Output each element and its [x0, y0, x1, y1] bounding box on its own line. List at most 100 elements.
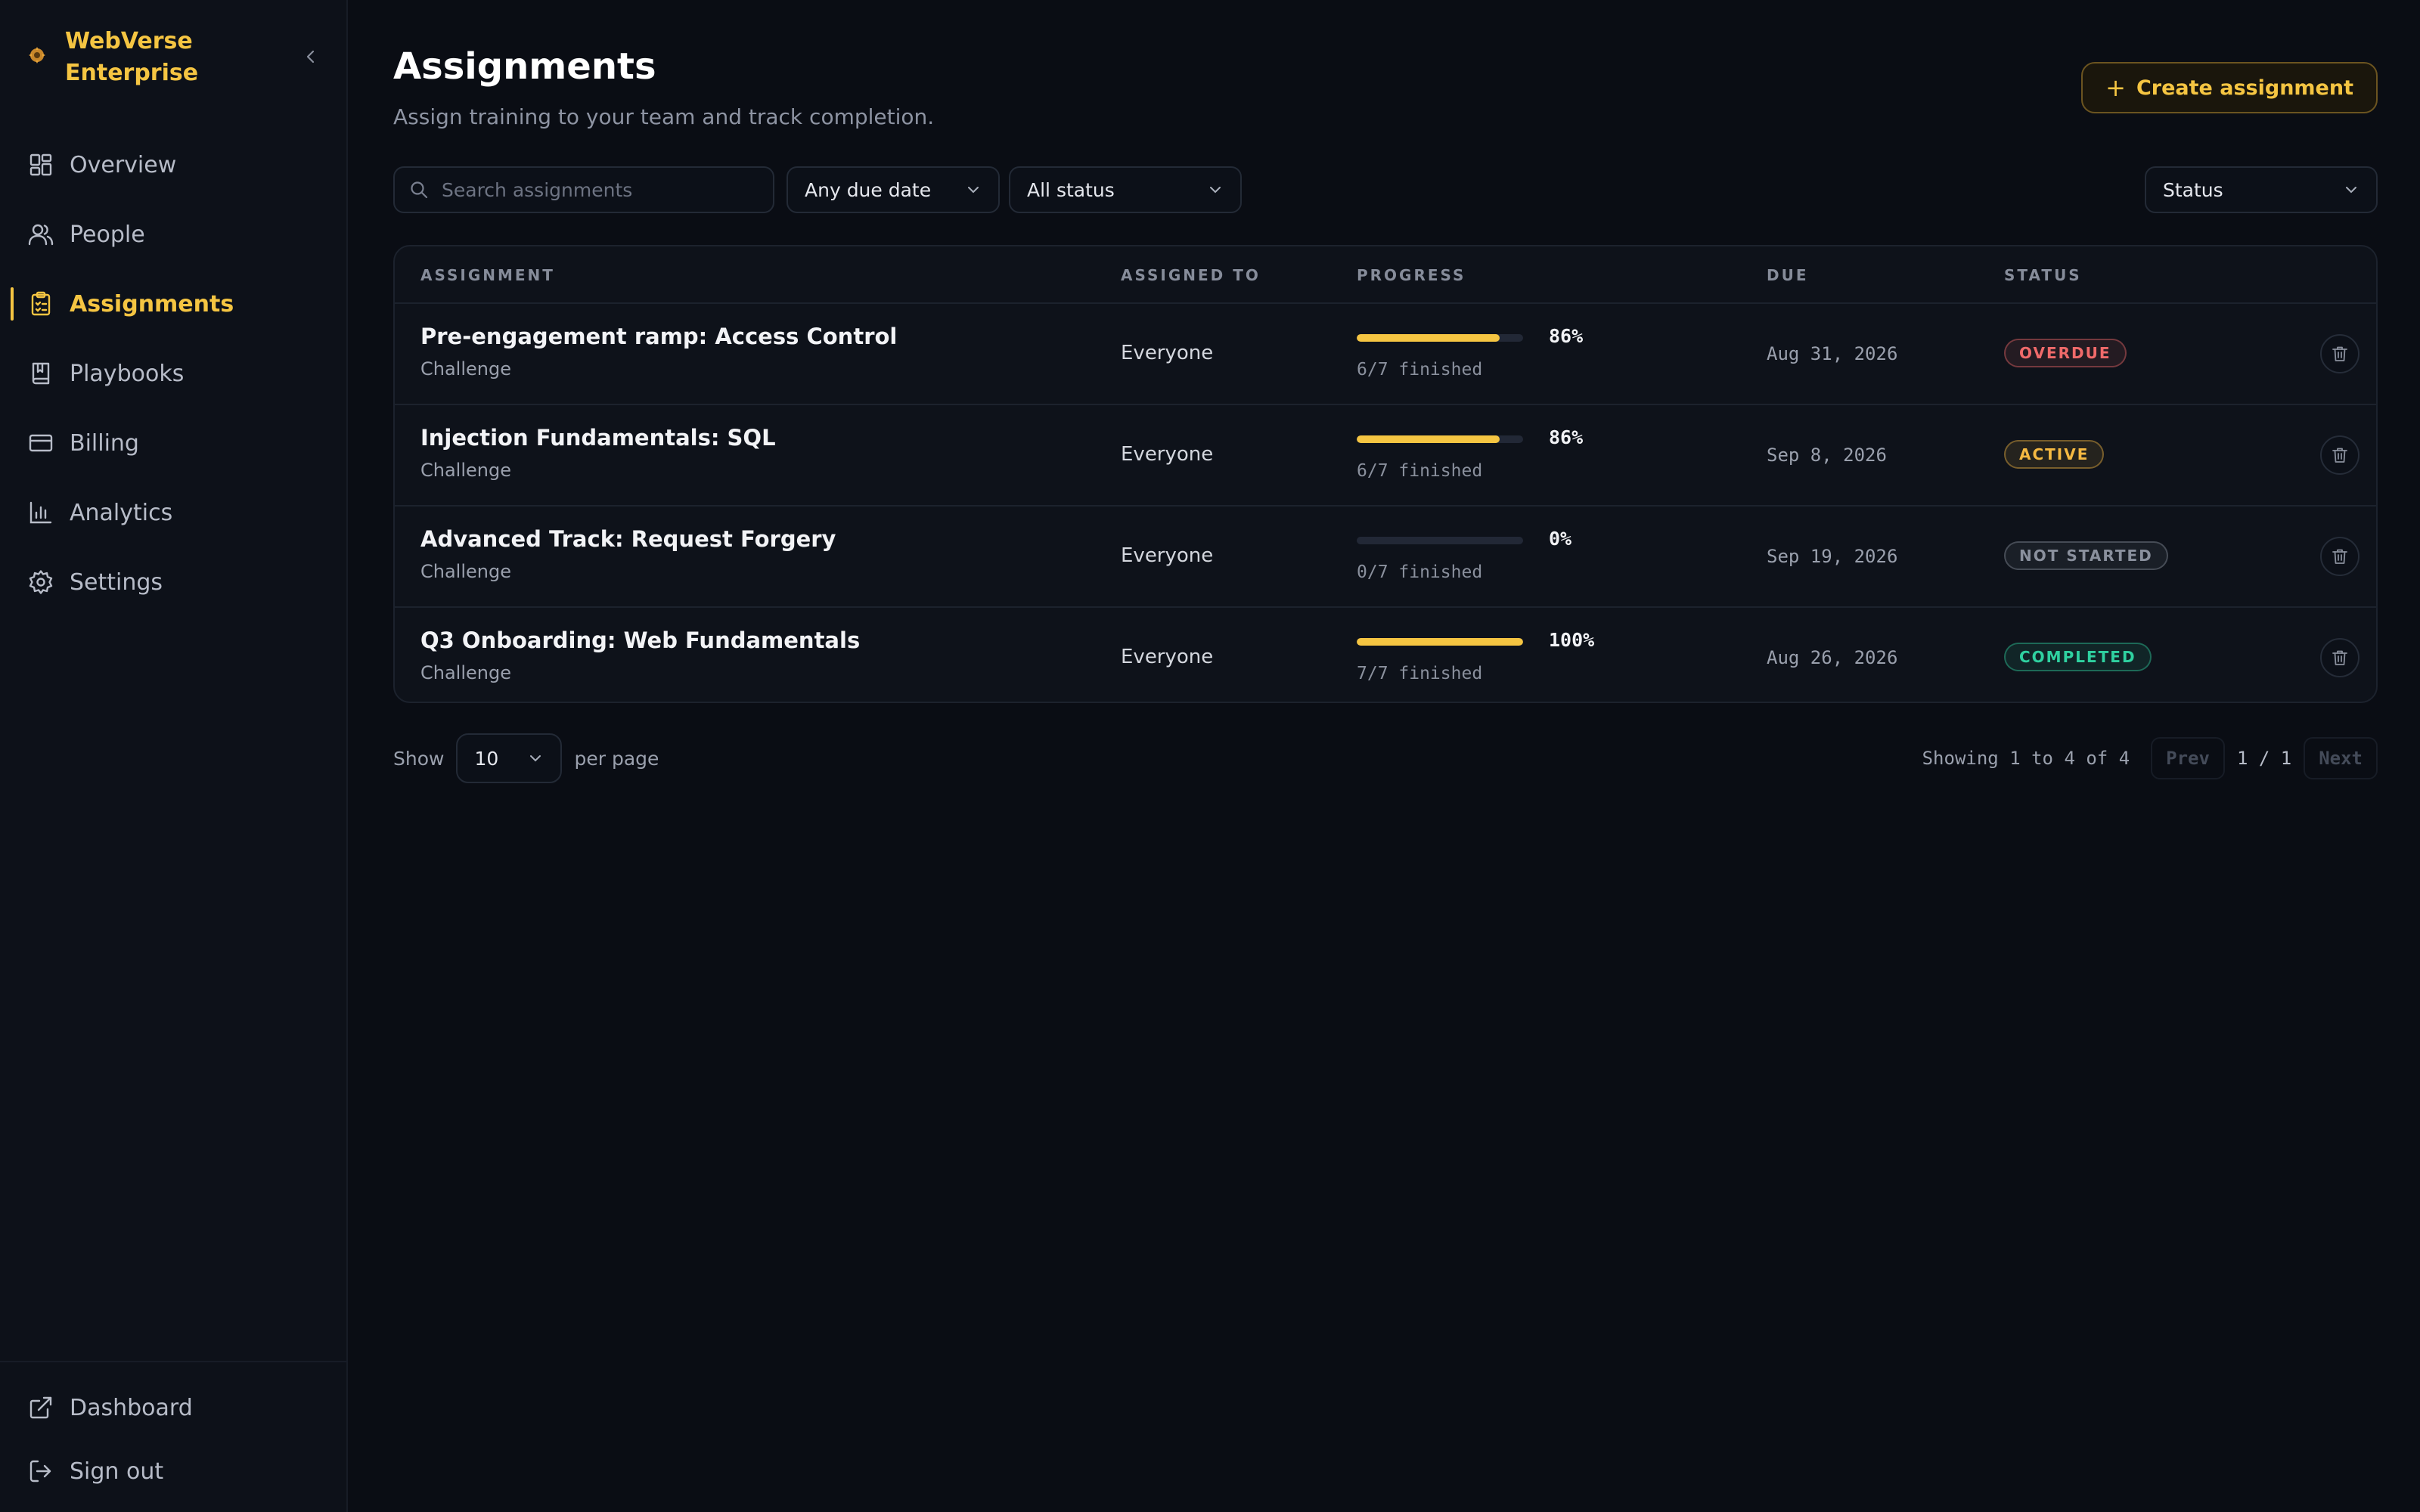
progress-percent: 0%: [1549, 528, 1572, 550]
page-title: Assignments: [393, 45, 656, 88]
page-indicator: 1 / 1: [2236, 748, 2292, 769]
sort-select[interactable]: Status: [2145, 166, 2378, 213]
credit-card-icon: [29, 434, 53, 452]
progress-percent: 100%: [1549, 629, 1595, 651]
per-page-select[interactable]: 10: [456, 733, 563, 783]
bar-chart-icon: [29, 501, 52, 524]
sidebar-item-people[interactable]: People: [0, 200, 346, 269]
assigned-to: Everyone: [1121, 646, 1214, 668]
next-page-button[interactable]: Next: [2304, 737, 2378, 779]
brand[interactable]: WebVerse Enterprise: [27, 26, 247, 89]
status-badge: COMPLETED: [2004, 643, 2152, 671]
per-page-label: per page: [574, 747, 659, 770]
filters-bar: Any due date All status Status: [393, 166, 2378, 213]
search-input[interactable]: [440, 178, 761, 202]
assignment-title[interactable]: Injection Fundamentals: SQL: [420, 425, 776, 451]
chevron-down-icon: [1210, 187, 1221, 194]
table-row[interactable]: Q3 Onboarding: Web Fundamentals Challenge…: [395, 608, 2376, 702]
table-row[interactable]: Injection Fundamentals: SQL Challenge Ever…: [395, 405, 2376, 507]
delete-button[interactable]: [2320, 537, 2360, 576]
sidebar-nav: Overview People Assignments Playbooks Bi…: [0, 130, 346, 617]
due-date-select[interactable]: Any due date: [786, 166, 1000, 213]
trash-icon: [2332, 448, 2347, 463]
due-date-value: Any due date: [805, 178, 932, 201]
search-icon: [411, 181, 428, 199]
sidebar-item-label: Analytics: [70, 499, 173, 526]
chevron-down-icon: [968, 187, 979, 194]
plus-icon: +: [2105, 73, 2126, 102]
assignment-title[interactable]: Pre-engagement ramp: Access Control: [420, 324, 897, 349]
column-header-due: DUE: [1767, 266, 1809, 284]
sidebar-item-assignments[interactable]: Assignments: [0, 269, 346, 339]
sign-out-button[interactable]: Sign out: [0, 1439, 346, 1503]
progress-bar: [1357, 334, 1523, 342]
table-body: Pre-engagement ramp: Access Control Chall…: [395, 304, 2376, 702]
assigned-to: Everyone: [1121, 544, 1214, 567]
sidebar-item-label: Playbooks: [70, 360, 185, 387]
sidebar-item-analytics[interactable]: Analytics: [0, 478, 346, 547]
sidebar-item-label: Assignments: [70, 290, 234, 318]
create-assignment-label: Create assignment: [2136, 76, 2353, 100]
due-date: Sep 8, 2026: [1767, 445, 1887, 466]
clipboard-icon: [31, 291, 51, 316]
sidebar-item-label: Dashboard: [70, 1394, 193, 1421]
progress-bar: [1357, 435, 1523, 443]
column-header-assignment: ASSIGNMENT: [420, 266, 555, 284]
assignment-title[interactable]: Q3 Onboarding: Web Fundamentals: [420, 627, 860, 653]
sidebar-item-label: Settings: [70, 569, 163, 596]
page-subtitle: Assign training to your team and track c…: [393, 104, 935, 129]
table-header: ASSIGNMENT ASSIGNED TO PROGRESS DUE STAT…: [395, 246, 2376, 304]
progress-count: 6/7 finished: [1357, 461, 1483, 481]
table-row[interactable]: Advanced Track: Request Forgery Challenge…: [395, 507, 2376, 608]
assignment-type: Challenge: [420, 662, 511, 683]
main-content: Assignments Assign training to your team…: [348, 0, 2420, 1512]
create-assignment-button[interactable]: + Create assignment: [2081, 62, 2378, 113]
due-date: Sep 19, 2026: [1767, 546, 1898, 567]
per-page-value: 10: [474, 747, 499, 770]
assigned-to: Everyone: [1121, 342, 1214, 364]
search-box[interactable]: [393, 166, 774, 213]
progress-percent: 86%: [1549, 426, 1584, 448]
column-header-status: STATUS: [2004, 266, 2082, 284]
progress-count: 6/7 finished: [1357, 360, 1483, 380]
log-out-icon: [29, 1460, 51, 1483]
progress-percent: 86%: [1549, 325, 1584, 347]
delete-button[interactable]: [2320, 638, 2360, 677]
assignment-type: Challenge: [420, 358, 511, 380]
column-header-assigned-to: ASSIGNED TO: [1121, 266, 1261, 284]
showing-summary: Showing 1 to 4 of 4: [1922, 748, 2130, 769]
progress-fill: [1357, 638, 1523, 646]
chevron-left-icon[interactable]: [299, 45, 322, 68]
assignment-title[interactable]: Advanced Track: Request Forgery: [420, 526, 836, 552]
sidebar-bottom: Dashboard Sign out: [0, 1361, 346, 1512]
sidebar-item-dashboard[interactable]: Dashboard: [0, 1376, 346, 1439]
assignments-table: ASSIGNMENT ASSIGNED TO PROGRESS DUE STAT…: [393, 245, 2378, 703]
users-icon: [28, 224, 54, 246]
progress-count: 0/7 finished: [1357, 562, 1483, 582]
assignment-type: Challenge: [420, 460, 511, 481]
per-page-control: Show 10 per page: [393, 733, 659, 783]
grid-icon: [29, 153, 52, 176]
show-label: Show: [393, 747, 445, 770]
assignment-type: Challenge: [420, 561, 511, 582]
progress-count: 7/7 finished: [1357, 664, 1483, 683]
prev-page-button[interactable]: Prev: [2151, 737, 2225, 779]
brand-logo-icon: [29, 47, 45, 64]
delete-button[interactable]: [2320, 435, 2360, 475]
column-header-progress: PROGRESS: [1357, 266, 1466, 284]
sidebar-item-label: Billing: [70, 429, 139, 457]
sidebar-item-playbooks[interactable]: Playbooks: [0, 339, 346, 408]
status-filter-value: All status: [1027, 178, 1115, 201]
table-row[interactable]: Pre-engagement ramp: Access Control Chall…: [395, 304, 2376, 405]
progress-fill: [1357, 334, 1500, 342]
external-link-icon: [29, 1396, 52, 1419]
sidebar-item-settings[interactable]: Settings: [0, 547, 346, 617]
chevron-down-icon: [2346, 187, 2356, 194]
sidebar-item-billing[interactable]: Billing: [0, 408, 346, 478]
progress-bar: [1357, 638, 1523, 646]
status-filter-select[interactable]: All status: [1009, 166, 1242, 213]
status-badge: NOT STARTED: [2004, 541, 2168, 570]
trash-icon: [2332, 650, 2347, 665]
delete-button[interactable]: [2320, 334, 2360, 373]
sidebar-item-overview[interactable]: Overview: [0, 130, 346, 200]
